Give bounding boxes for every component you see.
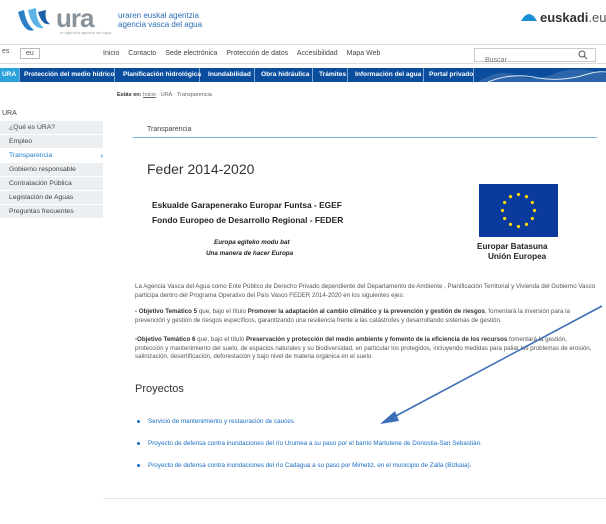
agency-name: uraren euskal agentzia agencia vasca del… [118,11,202,29]
mainnav-obra-hidraulica[interactable]: Obra hidráulica [258,68,313,82]
eu-star-icon [516,224,521,229]
ura-logo-icon[interactable] [16,4,52,36]
proyecto-link[interactable]: Proyecto de defensa contra inundaciones … [148,440,482,447]
breadcrumb-inicio[interactable]: Inicio [143,92,156,98]
objetivo-5-lead: - Objetivo Temático 5 [135,308,198,315]
bullet-icon [137,463,140,467]
main-navigation: URA Protección del medio hídrico Planifi… [0,68,606,82]
section-divider [133,137,597,138]
proyecto-link[interactable]: Servicio de mantenimiento y restauración… [148,418,294,425]
sidebar-item-empleo[interactable]: Empleo [0,135,103,149]
eu-label-eu: Europar Batasuna [477,242,548,251]
eu-star-icon [524,195,529,199]
sidebar-item-preguntas[interactable]: Preguntas frecuentes [0,205,103,219]
topnav-inicio[interactable]: Inicio [103,50,119,57]
objetivo-5-mid: que, bajo el título [197,308,248,315]
water-wave-decoration [478,69,606,82]
search-box [474,48,596,67]
proyectos-title: Proyectos [135,383,184,395]
sidebar-item-gobierno[interactable]: Gobierno responsable [0,163,103,177]
topnav-accesibilidad[interactable]: Accesibilidad [297,50,338,57]
eu-star-icon [503,216,507,221]
euskadi-logo-icon [521,14,537,21]
sidebar: ¿Qué es URA? Empleo Transparencia › Gobie… [0,121,103,219]
mainnav-tramites[interactable]: Trámites [316,68,348,82]
motto-es: Una manera de hacer Europa [206,250,294,257]
eu-flag-icon [479,184,558,237]
list-item[interactable]: Proyecto de defensa contra inundaciones … [137,462,482,484]
footer-divider [103,498,606,499]
breadcrumb-ura[interactable]: URA [161,92,172,98]
page-title: Feder 2014-2020 [147,161,255,177]
eu-star-icon [530,216,534,221]
eu-star-icon [508,195,513,199]
search-icon[interactable] [578,50,588,60]
lang-eu-link[interactable]: eu [20,48,40,59]
topnav-mapa-web[interactable]: Mapa Web [347,50,381,57]
eu-star-icon [530,200,534,205]
section-title: Transparencia [147,126,192,133]
proyectos-list: Servicio de mantenimiento y restauración… [137,418,482,484]
list-item[interactable]: Proyecto de defensa contra inundaciones … [137,440,482,462]
topnav-sede[interactable]: Sede electrónica [165,50,217,57]
logo-subtext: ur agentzia agencia del agua [60,30,112,35]
objetivo-6-lead: -Objetivo Temático 6 [135,336,196,343]
objetivo-5-paragraph: - Objetivo Temático 5 que, bajo el títul… [135,308,597,325]
search-input[interactable] [475,54,575,67]
euskadi-brand: euskadi [540,10,589,25]
breadcrumb-transparencia: Transparencia [176,92,212,98]
objetivo-6-bold: Preservación y protección del medio ambi… [245,336,508,343]
eu-star-icon [516,192,521,197]
bullet-icon [137,441,140,445]
eu-star-icon [500,208,505,213]
mainnav-planificacion[interactable]: Planificación hidrológica [120,68,201,82]
site-header: ura ur agentzia agencia del agua uraren … [0,0,606,44]
topnav-contacto[interactable]: Contacto [128,50,156,57]
mainnav-informacion-agua[interactable]: Información del agua [352,68,424,82]
agency-name-es: agencia vasca del agua [118,20,203,29]
feder-title-es: Fondo Europeo de Desarrollo Regional - F… [152,215,344,225]
objetivo-6-paragraph: -Objetivo Temático 6 que, bajo el título… [135,336,597,362]
eu-star-icon [524,222,529,226]
euskadi-domain: .eus [588,10,606,25]
eu-star-icon [508,222,513,226]
sidebar-item-que-es-ura[interactable]: ¿Qué es URA? [0,121,103,135]
topnav-links: Inicio Contacto Sede electrónica Protecc… [103,50,387,57]
euskadi-link[interactable]: euskadi.eus [540,10,606,25]
eu-label-es: Unión Europea [488,252,547,261]
sidebar-item-label: Transparencia [9,152,53,159]
objetivo-6-mid: que, bajo el título [195,336,246,343]
motto-eu: Europa egiteko modu bat [214,239,290,246]
bullet-icon [137,419,140,423]
list-item[interactable]: Servicio de mantenimiento y restauración… [137,418,482,440]
mainnav-inundabilidad[interactable]: Inundabilidad [205,68,255,82]
eu-star-icon [503,200,507,205]
feder-title-eu: Eskualde Garapenerako Europar Funtsa - E… [152,200,342,210]
sidebar-item-transparencia[interactable]: Transparencia › [0,149,103,163]
agency-name-eu: uraren euskal agentzia [118,11,199,20]
lang-es-link[interactable]: es [2,48,9,55]
proyecto-link[interactable]: Proyecto de defensa contra inundaciones … [148,462,471,469]
sidebar-item-contratacion[interactable]: Contratación Pública [0,177,103,191]
mainnav-ura[interactable]: URA [0,68,20,82]
breadcrumb-label: Estás en: [117,92,142,98]
topnav-proteccion-datos[interactable]: Protección de datos [226,50,288,57]
sidebar-root-label: URA [2,110,17,117]
top-navigation: es eu Inicio Contacto Sede electrónica P… [0,44,606,67]
breadcrumb: Estás en: Inicio · URA · Transparencia [117,92,212,98]
chevron-right-icon: › [100,151,103,160]
mainnav-portal-privado[interactable]: Portal privado [426,68,474,82]
objetivo-5-bold: Promover la adaptación al cambio climáti… [247,308,485,315]
eu-star-icon [532,208,537,213]
intro-paragraph: La Agencia Vasca del Agua como Ente Públ… [135,283,596,299]
sidebar-item-legislacion[interactable]: Legislación de Aguas [0,191,103,205]
mainnav-proteccion[interactable]: Protección del medio hídrico [21,68,115,82]
